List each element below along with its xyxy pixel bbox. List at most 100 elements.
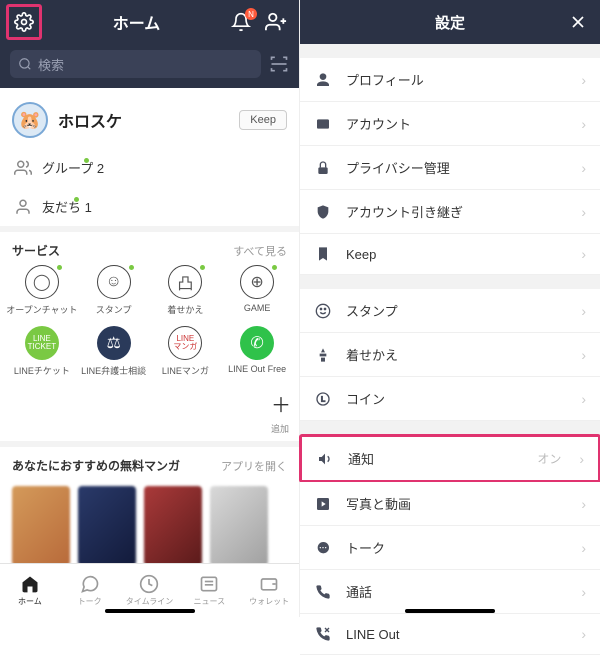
home-indicator xyxy=(405,609,495,613)
groups-row[interactable]: グループ 2 xyxy=(0,148,299,187)
row-label: Keep xyxy=(346,247,567,262)
bookmark-icon xyxy=(314,246,332,262)
service-lawyer[interactable]: ⚖ LINE弁護士相談 xyxy=(78,326,150,377)
manga-open-app[interactable]: アプリを開く xyxy=(221,458,287,474)
row-label: 着せかえ xyxy=(346,345,567,364)
openchat-icon: ◯ xyxy=(25,265,59,299)
service-game[interactable]: ⊕ GAME xyxy=(221,265,293,316)
chat-icon xyxy=(314,540,332,556)
keep-button[interactable]: Keep xyxy=(239,110,287,130)
service-label: LINE Out Free xyxy=(228,364,286,374)
chevron-right-icon: › xyxy=(581,540,586,556)
row-account[interactable]: アカウント › xyxy=(300,102,600,146)
tab-label: トーク xyxy=(78,596,102,607)
notifications-button[interactable]: N xyxy=(231,12,251,32)
chevron-right-icon: › xyxy=(581,303,586,319)
profile-name: ホロスケ xyxy=(58,108,229,132)
add-service-button[interactable]: ＋ xyxy=(271,383,291,418)
tab-label: ウォレット xyxy=(249,596,289,607)
settings-header: 設定 xyxy=(300,0,600,44)
phone-icon xyxy=(314,584,332,600)
service-ticket[interactable]: LINETICKET LINEチケット xyxy=(6,326,78,377)
row-label: 通知 xyxy=(348,449,523,468)
home-icon xyxy=(20,574,40,594)
new-dot-icon xyxy=(57,265,62,270)
tab-label: ホーム xyxy=(18,596,42,607)
ticket-icon: LINETICKET xyxy=(25,326,59,360)
service-openchat[interactable]: ◯ オープンチャット xyxy=(6,265,78,316)
home-header: ホーム N xyxy=(0,0,299,44)
row-stamp[interactable]: スタンプ › xyxy=(300,289,600,333)
service-theme[interactable]: 凸 着せかえ xyxy=(150,265,222,316)
manga-card[interactable] xyxy=(144,486,202,566)
new-dot-icon xyxy=(129,265,134,270)
service-manga[interactable]: LINEマンガ LINEマンガ xyxy=(150,326,222,377)
row-label: LINE Out xyxy=(346,627,567,642)
service-label: GAME xyxy=(244,303,271,313)
row-label: 通話 xyxy=(346,582,567,601)
row-notification-highlight[interactable]: 通知 オン › xyxy=(299,434,600,483)
row-label: コイン xyxy=(346,389,567,408)
manga-card[interactable] xyxy=(78,486,136,566)
tab-wallet[interactable]: ウォレット xyxy=(239,564,299,617)
row-transfer[interactable]: アカウント引き継ぎ › xyxy=(300,190,600,234)
service-label: LINEマンガ xyxy=(162,364,209,377)
row-privacy[interactable]: プライバシー管理 › xyxy=(300,146,600,190)
smile-icon: ☺ xyxy=(97,265,131,299)
row-call[interactable]: 通話 › xyxy=(300,570,600,614)
friends-label: 友だち 1 xyxy=(42,197,92,216)
services-more[interactable]: すべて見る xyxy=(233,243,287,259)
row-talk[interactable]: トーク › xyxy=(300,526,600,570)
row-lineout[interactable]: LINE Out › xyxy=(300,614,600,655)
tab-label: タイムライン xyxy=(126,596,173,607)
row-label: アカウント xyxy=(346,114,567,133)
coin-icon: L xyxy=(314,391,332,407)
settings-screen: 設定 プロフィール › アカウント › プライバシー管理 › アカウント引き継ぎ… xyxy=(300,0,600,617)
settings-button-highlight[interactable] xyxy=(6,4,42,40)
close-icon[interactable] xyxy=(568,12,588,32)
manga-card[interactable] xyxy=(210,486,268,566)
settings-section-1: プロフィール › アカウント › プライバシー管理 › アカウント引き継ぎ › … xyxy=(300,58,600,275)
profile-row[interactable]: 🐹 ホロスケ Keep xyxy=(0,88,299,148)
settings-section-2: スタンプ › 着せかえ › L コイン › xyxy=(300,289,600,421)
lock-icon xyxy=(314,160,332,176)
search-icon xyxy=(18,57,32,71)
home-indicator xyxy=(105,609,195,613)
news-icon xyxy=(199,574,219,594)
clock-icon xyxy=(139,574,159,594)
chevron-right-icon: › xyxy=(581,160,586,176)
service-stamp[interactable]: ☺ スタンプ xyxy=(78,265,150,316)
section-gap xyxy=(300,421,600,435)
service-label: オープンチャット xyxy=(6,303,77,316)
manga-carousel[interactable] xyxy=(0,480,299,576)
manga-title: あなたにおすすめの無料マンガ xyxy=(12,457,180,474)
manga-header: あなたにおすすめの無料マンガ アプリを開く xyxy=(0,447,299,480)
qr-scan-icon[interactable] xyxy=(269,54,289,74)
person-icon xyxy=(314,72,332,88)
chevron-right-icon: › xyxy=(581,496,586,512)
groups-icon xyxy=(14,159,32,177)
home-title: ホーム xyxy=(42,10,231,34)
phone-out-icon xyxy=(314,626,332,642)
add-service-label: 追加 xyxy=(0,422,299,441)
row-keep[interactable]: Keep › xyxy=(300,234,600,275)
bottom-tabbar: ホーム トーク タイムライン ニュース ウォレット xyxy=(0,563,299,617)
service-lineout[interactable]: ✆ LINE Out Free xyxy=(221,326,293,377)
search-input[interactable]: 検索 xyxy=(10,50,261,78)
chevron-right-icon: › xyxy=(581,626,586,642)
row-coin[interactable]: L コイン › xyxy=(300,377,600,421)
row-theme[interactable]: 着せかえ › xyxy=(300,333,600,377)
row-profile[interactable]: プロフィール › xyxy=(300,58,600,102)
manga-card[interactable] xyxy=(12,486,70,566)
add-friend-icon[interactable] xyxy=(265,11,287,33)
chevron-right-icon: › xyxy=(581,391,586,407)
brush-icon xyxy=(314,347,332,363)
gear-icon xyxy=(14,12,34,32)
service-label: LINEチケット xyxy=(14,364,70,377)
row-label: プライバシー管理 xyxy=(346,158,567,177)
friends-row[interactable]: 友だち 1 xyxy=(0,187,299,226)
chevron-right-icon: › xyxy=(579,451,584,467)
row-photo-video[interactable]: 写真と動画 › xyxy=(300,482,600,526)
tab-home[interactable]: ホーム xyxy=(0,564,60,617)
shield-icon xyxy=(314,204,332,220)
